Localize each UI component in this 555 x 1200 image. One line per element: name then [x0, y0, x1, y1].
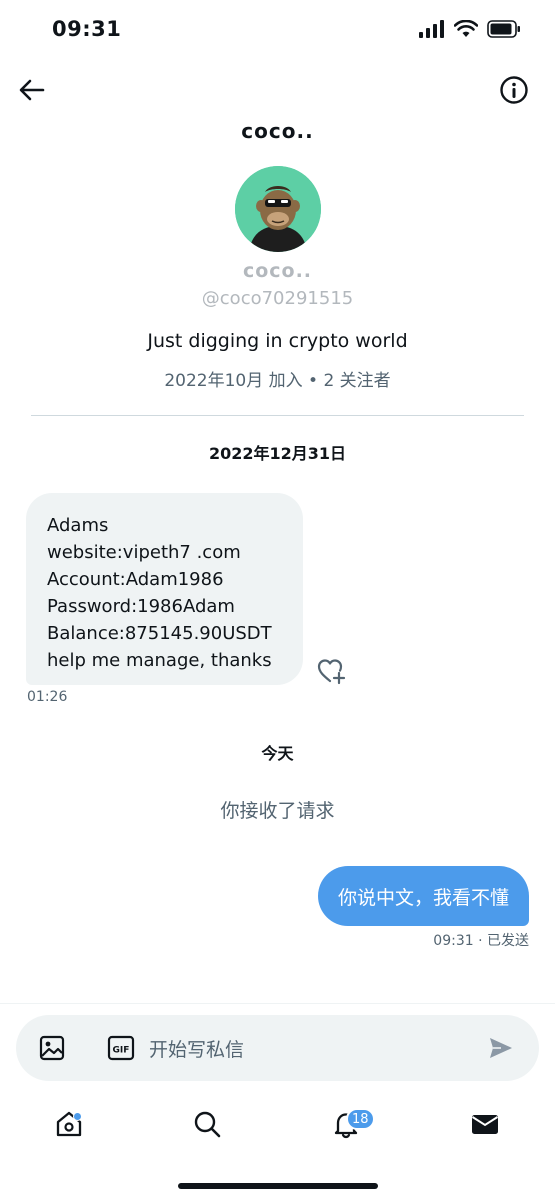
attach-gif-button[interactable]: GIF — [107, 1035, 135, 1061]
attach-image-button[interactable] — [38, 1034, 66, 1062]
message-timestamp: 01:26 — [27, 689, 68, 705]
signal-icon — [419, 20, 444, 38]
message-line: Balance:875145.90USDT — [47, 623, 272, 644]
conversation-title: coco.. — [241, 119, 314, 143]
info-icon — [500, 76, 528, 104]
nav-bar — [0, 62, 555, 118]
avatar[interactable] — [234, 166, 321, 252]
tab-home[interactable] — [49, 1104, 89, 1144]
notification-badge: 18 — [346, 1108, 375, 1130]
svg-text:GIF: GIF — [113, 1046, 130, 1056]
tab-messages[interactable] — [465, 1104, 505, 1144]
composer-divider — [0, 1003, 555, 1004]
today-separator: 今天 — [261, 744, 294, 763]
profile-meta: 2022年10月 加入 • 2 关注者 — [164, 371, 391, 391]
battery-icon — [487, 20, 520, 38]
gif-icon: GIF — [107, 1035, 135, 1061]
react-button[interactable] — [316, 656, 346, 686]
divider — [31, 415, 524, 416]
mail-icon — [471, 1115, 499, 1134]
incoming-message-bubble[interactable]: Adams website:vipeth7 .com Account:Adam1… — [26, 493, 303, 685]
search-icon — [194, 1111, 221, 1138]
message-line: website:vipeth7 .com — [47, 542, 241, 563]
message-input[interactable]: 开始写私信 — [149, 1035, 244, 1062]
message-line: Password:1986Adam — [47, 596, 235, 617]
status-icons — [419, 20, 521, 38]
request-accepted-notice: 你接收了请求 — [220, 800, 335, 822]
send-icon — [490, 1038, 512, 1058]
tab-notifications[interactable]: 18 — [326, 1104, 375, 1144]
send-button[interactable] — [488, 1036, 514, 1060]
message-line: help me manage, thanks — [47, 650, 272, 671]
tab-search[interactable] — [187, 1104, 227, 1144]
home-indicator[interactable] — [178, 1183, 378, 1189]
back-button[interactable] — [14, 74, 50, 106]
profile-name[interactable]: coco.. — [0, 260, 555, 282]
image-icon — [39, 1035, 65, 1061]
arrow-left-icon — [19, 79, 45, 101]
message-composer: GIF 开始写私信 — [16, 1015, 539, 1081]
new-posts-dot — [73, 1112, 82, 1121]
profile-bio: Just digging in crypto world — [147, 330, 408, 352]
status-time: 09:31 — [52, 17, 122, 41]
ape-avatar-image — [234, 166, 321, 252]
date-separator: 2022年12月31日 — [208, 444, 347, 463]
profile-summary: coco.. @coco70291515 Just digging in cry… — [0, 166, 555, 391]
message-line: Account:Adam1986 — [47, 569, 224, 590]
profile-handle[interactable]: @coco70291515 — [0, 288, 555, 309]
heart-plus-icon — [317, 659, 346, 685]
outgoing-message-bubble[interactable]: 你说中文，我看不懂 — [317, 866, 529, 926]
info-button[interactable] — [499, 75, 529, 105]
wifi-icon — [454, 20, 478, 37]
message-line: Adams — [47, 515, 109, 536]
tab-bar: 18 — [0, 1094, 555, 1160]
status-bar: 09:31 — [0, 0, 555, 62]
sent-status: 09:31 · 已发送 — [433, 933, 529, 949]
